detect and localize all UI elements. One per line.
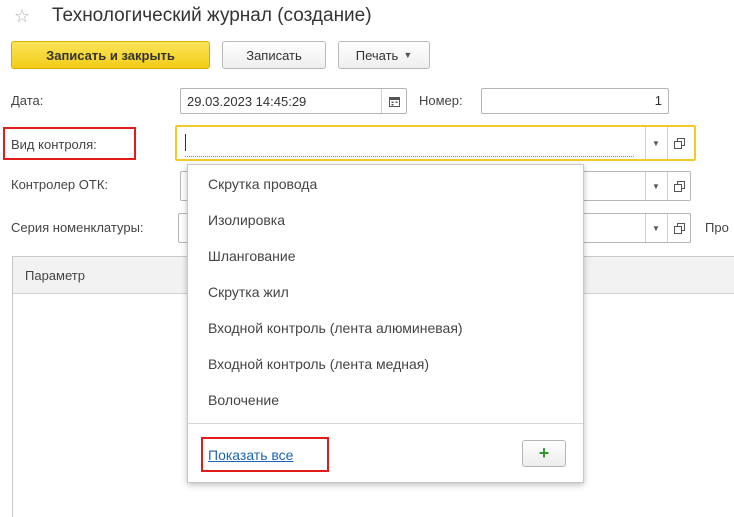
number-value: 1 [654, 93, 662, 108]
page-title: Технологический журнал (создание) [52, 5, 372, 26]
control-type-dropdown: Скрутка провода Изолировка Шлангование С… [187, 164, 584, 483]
date-field[interactable]: 29.03.2023 14:45:29 [180, 88, 407, 114]
dropdown-item[interactable]: Скрутка провода [208, 176, 317, 192]
dropdown-separator [188, 423, 583, 424]
date-value: 29.03.2023 14:45:29 [187, 93, 307, 109]
open-form-icon[interactable] [667, 127, 690, 159]
plus-icon: + [538, 443, 550, 463]
dropdown-item[interactable]: Входной контроль (лента алюминевая) [208, 320, 463, 336]
series-label: Серия номенклатуры: [11, 220, 144, 235]
dropdown-item[interactable]: Скрутка жил [208, 284, 289, 300]
number-label: Номер: [419, 93, 463, 108]
date-label: Дата: [11, 93, 44, 108]
calendar-icon[interactable] [381, 89, 406, 113]
control-type-input[interactable]: ▼ [175, 125, 696, 161]
show-all-link[interactable]: Показать все [208, 447, 293, 463]
dropdown-item[interactable]: Входной контроль (лента медная) [208, 356, 429, 372]
chevron-down-icon[interactable]: ▼ [645, 172, 666, 200]
print-button[interactable]: Печать ▼ [338, 41, 430, 69]
dropdown-item[interactable]: Шлангование [208, 248, 296, 264]
save-and-close-button[interactable]: Записать и закрыть [11, 41, 210, 69]
favorite-star-icon[interactable]: ☆ [14, 6, 30, 26]
save-button[interactable]: Записать [222, 41, 326, 69]
open-form-icon[interactable] [667, 172, 690, 200]
chevron-down-icon[interactable]: ▼ [645, 127, 666, 159]
cut-off-label: Про [705, 220, 729, 235]
column-header-parameter[interactable]: Параметр [25, 268, 85, 283]
chevron-down-icon: ▼ [403, 50, 413, 60]
text-cursor [185, 134, 186, 151]
print-button-label: Печать [355, 47, 399, 63]
required-underline [185, 156, 634, 157]
open-form-icon[interactable] [667, 214, 690, 242]
dropdown-item[interactable]: Изолировка [208, 212, 285, 228]
number-field[interactable]: 1 [481, 88, 669, 114]
inspector-label: Контролер ОТК: [11, 177, 109, 192]
chevron-down-icon[interactable]: ▼ [645, 214, 666, 242]
control-type-label: Вид контроля: [11, 137, 97, 152]
dropdown-item[interactable]: Волочение [208, 392, 279, 408]
add-item-button[interactable]: + [522, 440, 566, 467]
